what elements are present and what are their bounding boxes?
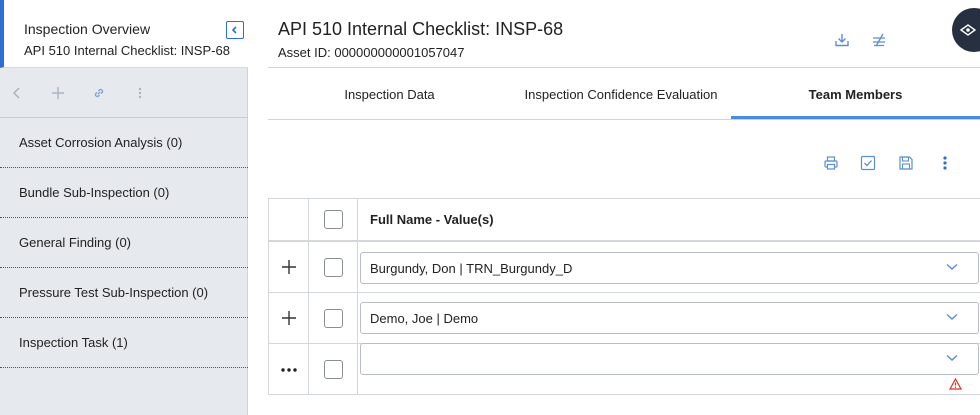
- printer-icon: [824, 156, 838, 170]
- full-name-select[interactable]: Burgundy, Don | TRN_Burgundy_D: [360, 252, 979, 284]
- select-all-button[interactable]: [857, 152, 879, 174]
- link-icon: [94, 88, 104, 98]
- left-panel: Inspection Overview API 510 Internal Che…: [0, 0, 248, 415]
- add-button[interactable]: [47, 82, 69, 104]
- row-checkbox-cell: [309, 293, 358, 343]
- column-header-full-name: Full Name - Value(s): [370, 212, 494, 227]
- tab-label: Inspection Data: [344, 86, 435, 102]
- compare-button[interactable]: [870, 31, 888, 49]
- chevron-down-icon: [946, 263, 958, 270]
- list-item[interactable]: General Finding (0): [0, 218, 248, 268]
- grid-more-options-button[interactable]: [934, 152, 956, 174]
- plus-icon: [281, 260, 296, 274]
- left-toolbar: [0, 68, 248, 118]
- list-item[interactable]: Asset Corrosion Analysis (0): [0, 118, 248, 168]
- eye-icon: [960, 24, 976, 36]
- grid-header-checkbox-cell: [309, 199, 358, 240]
- asset-id: Asset ID: 000000000001057047: [278, 45, 465, 60]
- chevron-down-icon: [946, 313, 958, 320]
- checkbox-checked-icon: [860, 155, 876, 171]
- tab-inspection-confidence-evaluation[interactable]: Inspection Confidence Evaluation: [511, 68, 731, 120]
- back-button[interactable]: [6, 82, 28, 104]
- table-row: Demo, Joe | Demo: [269, 293, 980, 344]
- tab-team-members[interactable]: Team Members: [731, 68, 980, 120]
- more-options-button[interactable]: [129, 82, 151, 104]
- plus-icon: [281, 311, 296, 325]
- table-row: Burgundy, Don | TRN_Burgundy_D: [269, 242, 980, 293]
- chevron-down-icon: [946, 354, 958, 361]
- floating-action-button[interactable]: [952, 8, 980, 52]
- save-button[interactable]: [895, 152, 917, 174]
- download-icon: [835, 34, 849, 47]
- tab-bar: Inspection Data Inspection Confidence Ev…: [268, 68, 980, 120]
- save-icon: [899, 156, 913, 170]
- full-name-value: Demo, Joe | Demo: [370, 310, 479, 326]
- row-checkbox-cell: [309, 344, 358, 395]
- chevron-left-icon: [231, 26, 237, 34]
- tab-inspection-data[interactable]: Inspection Data: [268, 68, 511, 120]
- list-item-label: Asset Corrosion Analysis (0): [19, 135, 183, 150]
- grid-header-spacer: [269, 199, 309, 240]
- kebab-menu-icon: [138, 87, 142, 99]
- list-item-label: Pressure Test Sub-Inspection (0): [19, 285, 209, 300]
- table-row-new: [269, 343, 980, 395]
- team-members-grid: Full Name - Value(s) Burgundy, Don | TRN…: [268, 198, 980, 395]
- warning-icon: [949, 378, 962, 390]
- collapse-panel-button[interactable]: [226, 21, 244, 39]
- left-panel-header: Inspection Overview API 510 Internal Che…: [0, 0, 248, 68]
- row-checkbox[interactable]: [323, 360, 343, 379]
- tab-label: Inspection Confidence Evaluation: [524, 86, 718, 102]
- list-item[interactable]: Bundle Sub-Inspection (0): [0, 168, 248, 218]
- kebab-menu-icon: [943, 156, 947, 170]
- page-title: API 510 Internal Checklist: INSP-68: [278, 19, 564, 39]
- list-item-label: Bundle Sub-Inspection (0): [19, 185, 170, 200]
- left-panel-subtitle: API 510 Internal Checklist: INSP-68: [24, 43, 230, 58]
- row-actions-button[interactable]: [269, 344, 309, 395]
- expand-row-button[interactable]: [269, 293, 309, 343]
- plus-icon: [52, 87, 64, 99]
- list-item-label: General Finding (0): [19, 235, 131, 250]
- active-tab-indicator: [731, 116, 980, 119]
- grid-header-row: Full Name - Value(s): [269, 199, 980, 242]
- print-button[interactable]: [820, 152, 842, 174]
- chevron-left-icon: [12, 87, 20, 99]
- list-item-label: Inspection Task (1): [19, 335, 128, 350]
- left-panel-title: Inspection Overview: [24, 21, 151, 37]
- row-checkbox-cell: [309, 242, 358, 292]
- full-name-select[interactable]: [360, 343, 979, 375]
- select-all-checkbox[interactable]: [323, 210, 343, 229]
- full-name-value: Burgundy, Don | TRN_Burgundy_D: [370, 260, 573, 276]
- download-button[interactable]: [833, 31, 851, 49]
- link-button[interactable]: [88, 82, 110, 104]
- not-equal-icon: [873, 33, 885, 47]
- list-item[interactable]: Inspection Task (1): [0, 318, 248, 368]
- row-checkbox[interactable]: [323, 257, 343, 277]
- expand-row-button[interactable]: [269, 242, 309, 292]
- full-name-select[interactable]: Demo, Joe | Demo: [360, 302, 979, 334]
- tab-label: Team Members: [808, 86, 903, 102]
- related-records-list: Asset Corrosion Analysis (0) Bundle Sub-…: [0, 118, 248, 368]
- row-checkbox[interactable]: [323, 308, 343, 328]
- list-item[interactable]: Pressure Test Sub-Inspection (0): [0, 268, 248, 318]
- more-horizontal-icon: [280, 367, 297, 372]
